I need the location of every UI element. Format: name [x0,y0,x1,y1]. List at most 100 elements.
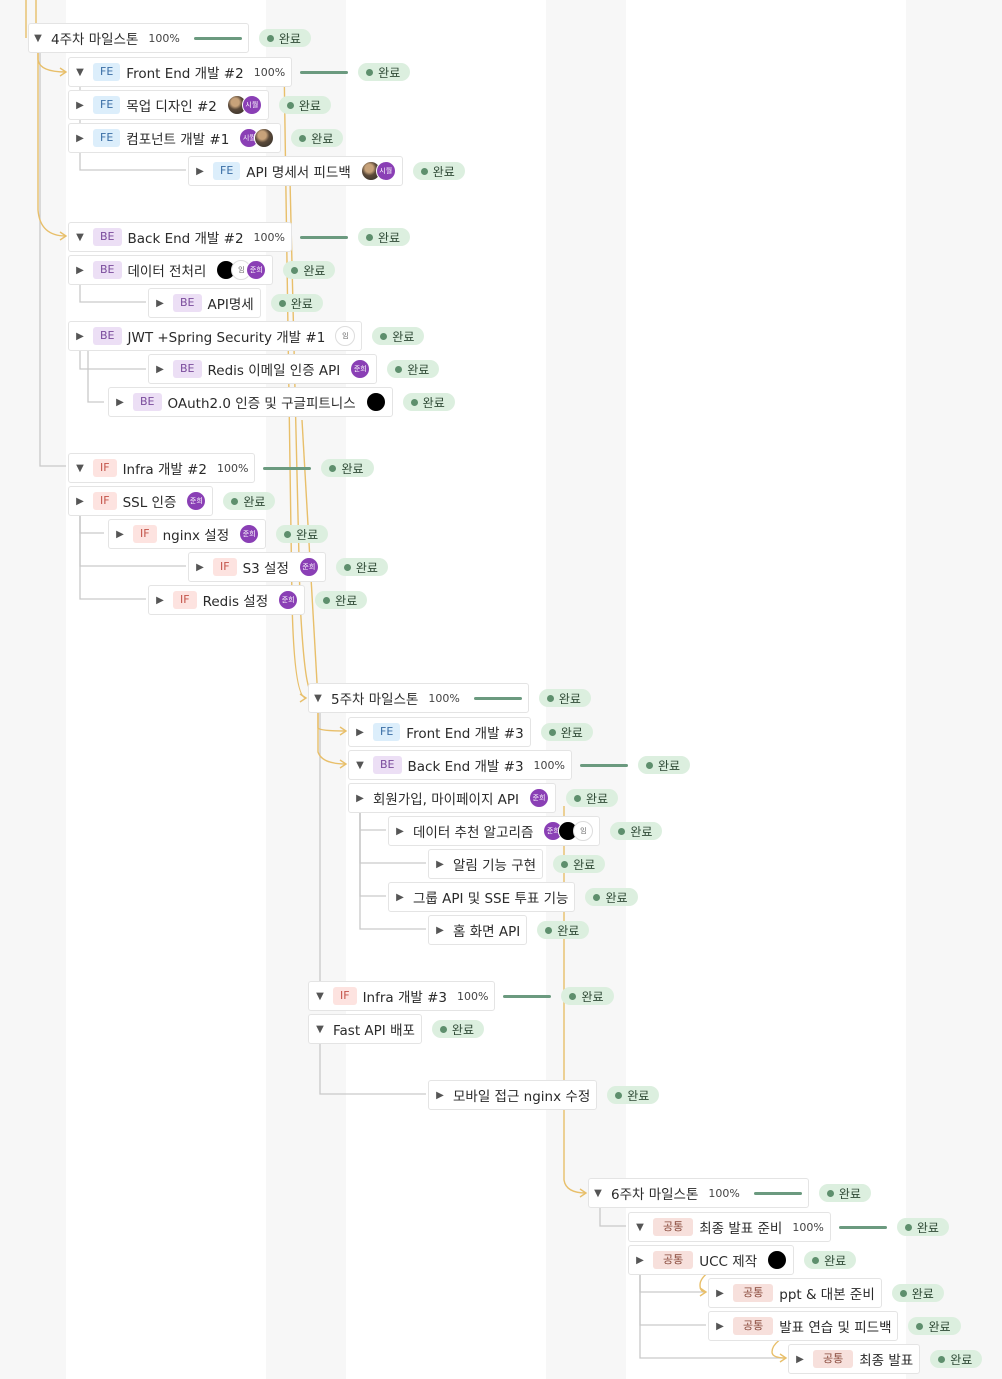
task-card[interactable]: ▼ IF Infra 개발 #2 100% [68,453,256,483]
task-node[interactable]: ▼ Fast API 배포 완료 [308,1014,484,1044]
task-card[interactable]: ▶ IF SSL 인증 준희 [68,486,214,516]
task-node[interactable]: ▶ FE 목업 디자인 #2 시월 완료 [68,90,331,120]
task-card[interactable]: ▼ 공통 최종 발표 준비 100% [628,1212,831,1242]
caret-down-icon[interactable]: ▼ [73,463,87,474]
caret-right-icon[interactable]: ▶ [73,265,87,276]
task-node[interactable]: ▶ 공통 UCC 제작 완료 [628,1245,857,1275]
status-badge[interactable]: 완료 [278,96,331,114]
caret-right-icon[interactable]: ▶ [393,826,407,837]
avatar[interactable] [365,392,386,412]
avatar[interactable] [254,128,275,148]
status-badge[interactable]: 완료 [283,261,336,279]
avatar[interactable]: 임 [335,326,356,346]
caret-right-icon[interactable]: ▶ [713,1288,727,1299]
caret-right-icon[interactable]: ▶ [353,727,367,738]
caret-down-icon[interactable]: ▼ [311,693,325,704]
avatar[interactable]: 준희 [298,557,319,577]
caret-right-icon[interactable]: ▶ [433,1090,447,1101]
caret-right-icon[interactable]: ▶ [193,166,207,177]
caret-right-icon[interactable]: ▶ [153,595,167,606]
task-card[interactable]: ▶ IF nginx 설정 준희 [108,519,267,549]
caret-right-icon[interactable]: ▶ [193,562,207,573]
task-node[interactable]: ▶ 데이터 추천 알고리즘 준희 임 완료 [388,816,663,846]
task-card[interactable]: ▶ IF S3 설정 준희 [188,552,326,582]
status-badge[interactable]: 완료 [930,1350,983,1368]
status-badge[interactable]: 완료 [896,1218,949,1236]
status-badge[interactable]: 완료 [321,459,374,477]
task-card[interactable]: ▼ Fast API 배포 [308,1014,422,1044]
caret-down-icon[interactable]: ▼ [591,1188,605,1199]
caret-right-icon[interactable]: ▶ [153,298,167,309]
task-node[interactable]: ▶ 그룹 API 및 SSE 투표 기능 완료 [388,882,638,912]
task-node[interactable]: ▶ 홈 화면 API 완료 [428,915,590,945]
task-node[interactable]: ▶ BE Redis 이메일 인증 API 준희 완료 [148,354,440,384]
avatar[interactable]: 임 [573,821,594,841]
task-card[interactable]: ▶ 공통 발표 연습 및 피드백 [708,1311,899,1341]
avatar[interactable]: 준희 [529,788,550,808]
task-node[interactable]: ▶ FE Front End 개발 #3 완료 [348,717,593,747]
task-node[interactable]: ▶ 모바일 접근 nginx 수정 완료 [428,1080,660,1110]
caret-right-icon[interactable]: ▶ [433,925,447,936]
status-badge[interactable]: 완료 [258,29,311,47]
task-card[interactable]: ▶ 홈 화면 API [428,915,528,945]
status-badge[interactable]: 완료 [610,822,663,840]
caret-right-icon[interactable]: ▶ [153,364,167,375]
milestone-6[interactable]: ▼ 6주차 마일스톤 100% 완료 [588,1178,871,1208]
status-badge[interactable]: 완료 [315,591,368,609]
task-node[interactable]: ▼ IF Infra 개발 #3 100% 완료 [308,981,614,1011]
avatar[interactable]: 준희 [278,590,299,610]
task-node[interactable]: ▶ 공통 ppt & 대본 준비 완료 [708,1278,944,1308]
task-card[interactable]: ▶ 알림 기능 구현 [428,849,544,879]
task-card[interactable]: ▼ FE Front End 개발 #2 100% [68,57,293,87]
task-card[interactable]: ▶ BE JWT +Spring Security 개발 #1 임 [68,321,363,351]
caret-down-icon[interactable]: ▼ [73,67,87,78]
avatar[interactable]: 준희 [186,491,207,511]
status-badge[interactable]: 완료 [412,162,465,180]
status-badge[interactable]: 완료 [387,360,440,378]
status-badge[interactable]: 완료 [891,1284,944,1302]
task-node[interactable]: ▶ FE 컴포넌트 개발 #1 시월 완료 [68,123,344,153]
task-card[interactable]: ▶ 공통 ppt & 대본 준비 [708,1278,882,1308]
task-node[interactable]: ▶ BE 데이터 전처리 임 준희 완료 [68,255,336,285]
caret-down-icon[interactable]: ▼ [633,1222,647,1233]
status-badge[interactable]: 완료 [358,228,411,246]
avatar[interactable]: 시월 [375,161,396,181]
task-node[interactable]: ▶ BE JWT +Spring Security 개발 #1 임 완료 [68,321,425,351]
avatar[interactable]: 준희 [239,524,260,544]
task-node[interactable]: ▼ FE Front End 개발 #2 100% 완료 [68,57,411,87]
caret-right-icon[interactable]: ▶ [633,1255,647,1266]
task-card[interactable]: ▶ BE Redis 이메일 인증 API 준희 [148,354,378,384]
caret-right-icon[interactable]: ▶ [73,100,87,111]
caret-right-icon[interactable]: ▶ [113,529,127,540]
status-badge[interactable]: 완료 [270,294,323,312]
task-node[interactable]: ▼ IF Infra 개발 #2 100% 완료 [68,453,374,483]
status-badge[interactable]: 완료 [566,789,619,807]
task-card[interactable]: ▶ FE Front End 개발 #3 [348,717,531,747]
task-node[interactable]: ▶ IF SSL 인증 준희 완료 [68,486,276,516]
status-badge[interactable]: 완료 [276,525,329,543]
caret-right-icon[interactable]: ▶ [73,331,87,342]
task-node[interactable]: ▶ 공통 발표 연습 및 피드백 완료 [708,1311,961,1341]
task-node[interactable]: ▶ IF nginx 설정 준희 완료 [108,519,329,549]
caret-right-icon[interactable]: ▶ [713,1321,727,1332]
milestone-4[interactable]: ▼ 4주차 마일스톤 100% 완료 [28,23,311,53]
status-badge[interactable]: 완료 [561,987,614,1005]
status-badge[interactable]: 완료 [372,327,425,345]
task-node[interactable]: ▼ BE Back End 개발 #2 100% 완료 [68,222,411,252]
caret-right-icon[interactable]: ▶ [393,892,407,903]
status-badge[interactable]: 완료 [804,1251,857,1269]
caret-right-icon[interactable]: ▶ [433,859,447,870]
caret-right-icon[interactable]: ▶ [353,793,367,804]
task-node[interactable]: ▼ 공통 최종 발표 준비 100% 완료 [628,1212,949,1242]
task-node[interactable]: ▶ 공통 최종 발표 완료 [788,1344,983,1374]
caret-right-icon[interactable]: ▶ [113,397,127,408]
task-node[interactable]: ▶ 회원가입, 마이페이지 API 준희 완료 [348,783,619,813]
status-badge[interactable]: 완료 [908,1317,961,1335]
task-card[interactable]: ▶ IF Redis 설정 준희 [148,585,306,615]
status-badge[interactable]: 완료 [607,1086,660,1104]
task-card[interactable]: ▶ 그룹 API 및 SSE 투표 기능 [388,882,576,912]
status-badge[interactable]: 완료 [553,855,606,873]
status-badge[interactable]: 완료 [638,756,691,774]
task-card[interactable]: ▶ BE API명세 [148,288,261,318]
task-card[interactable]: ▶ 모바일 접근 nginx 수정 [428,1080,598,1110]
